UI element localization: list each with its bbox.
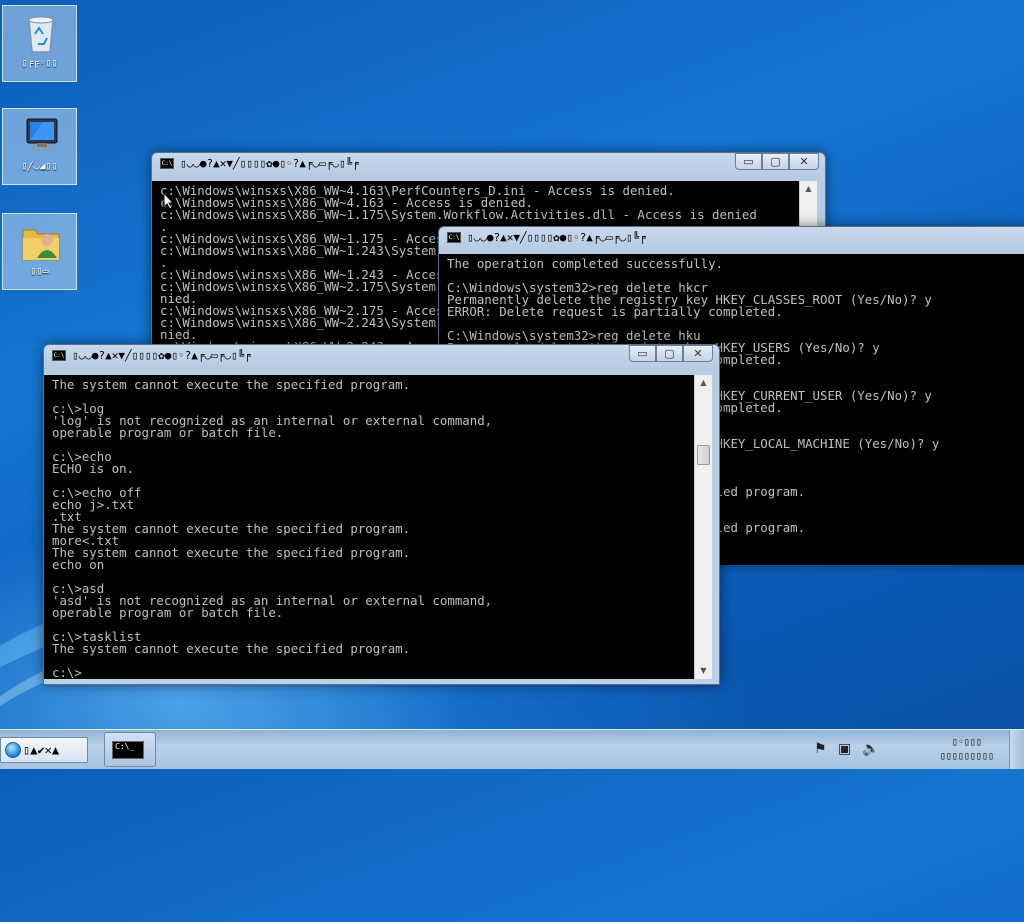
scrollbar-thumb[interactable]	[697, 445, 710, 465]
taskbar: ▯▲✔✕▲ C:\_ ⚑ ▣ 🔈 ▯◦▯▯▯ ▯▯▯▯▯▯▯▯▯	[0, 729, 1024, 769]
maximize-button[interactable]: ▢	[762, 153, 789, 170]
user-folder-icon	[22, 229, 60, 261]
console-line: The system cannot execute the specified …	[52, 377, 411, 392]
console-line: c:\Windows\winsxs\X86_WW~1.175\System.Wo…	[160, 207, 757, 222]
clock[interactable]: ▯◦▯▯▯ ▯▯▯▯▯▯▯▯▯	[940, 736, 994, 764]
title-bar[interactable]: C:\ ▯◡◡●?▲✕▼╱▯▯▯▯✿●▯◦?▲╒◡▭╒◡▯╚╒ ▭ ▢ ✕	[44, 345, 719, 367]
start-label: ▯▲✔✕▲	[23, 743, 60, 757]
vertical-scrollbar[interactable]: ▲ ▼	[694, 375, 712, 679]
desktop-icon-user-folder[interactable]: ▯▯▭	[2, 213, 77, 290]
console-line: The system cannot execute the specified …	[52, 545, 411, 560]
console-line: echo j>.txt	[52, 497, 135, 512]
recycle-bin-icon	[28, 16, 54, 53]
desktop-icon-label: ▯╱◡◢▯▯	[21, 161, 58, 172]
console-line: The system cannot execute the specified …	[52, 521, 411, 536]
window-title: ▯◡◡●?▲✕▼╱▯▯▯▯✿●▯◦?▲╒◡▭╒◡▯╚╒	[467, 231, 646, 244]
taskbar-item-cmd[interactable]: C:\_	[104, 732, 156, 767]
console-line: ECHO is on.	[52, 461, 135, 476]
computer-icon	[26, 118, 58, 150]
console-window-front[interactable]: C:\ ▯◡◡●?▲✕▼╱▯▯▯▯✿●▯◦?▲╒◡▭╒◡▯╚╒ ▭ ▢ ✕ Th…	[43, 344, 720, 685]
clock-date: ▯▯▯▯▯▯▯▯▯	[939, 751, 994, 762]
console-line: operable program or batch file.	[52, 425, 284, 440]
windows-orb-icon	[5, 742, 21, 758]
start-button[interactable]: ▯▲✔✕▲	[0, 737, 88, 763]
console-line: c:\>echo off	[52, 485, 142, 500]
minimize-button[interactable]: ▭	[735, 153, 762, 170]
desktop-icon-computer[interactable]: ▯╱◡◢▯▯	[2, 108, 77, 185]
console-line: operable program or batch file.	[52, 605, 284, 620]
cmd-icon: C:\_	[112, 741, 144, 759]
window-title: ▯◡◡●?▲✕▼╱▯▯▯▯✿●▯◦?▲╒◡▭╒◡▯╚╒	[72, 349, 251, 362]
console-line: c:\>	[52, 665, 82, 679]
action-center-flag-icon[interactable]: ⚑	[814, 741, 827, 757]
maximize-button[interactable]: ▢	[656, 345, 683, 362]
show-desktop-button[interactable]	[1009, 730, 1024, 769]
scroll-down-arrow-icon[interactable]: ▼	[695, 663, 712, 679]
console-line: The operation completed successfully.	[447, 256, 724, 271]
console-line: ERROR: Delete request is partially compl…	[447, 304, 783, 319]
scroll-up-arrow-icon[interactable]: ▲	[800, 181, 817, 197]
console-line: echo on	[52, 557, 105, 572]
volume-icon[interactable]: 🔈	[862, 741, 879, 757]
scroll-up-arrow-icon[interactable]: ▲	[695, 375, 712, 391]
cmd-icon[interactable]: C:\	[160, 158, 174, 169]
desktop-icon-recycle-bin[interactable]: ▯╒╔◦▯▯	[2, 5, 77, 82]
title-bar[interactable]: C:\ ▯◡◡●?▲✕▼╱▯▯▯▯✿●▯◦?▲╒◡▭╒◡▯╚╒ ▭ ▢ ✕	[152, 153, 825, 175]
minimize-button[interactable]: ▭	[629, 345, 656, 362]
console-output[interactable]: The system cannot execute the specified …	[44, 375, 694, 679]
close-button[interactable]: ✕	[789, 153, 819, 170]
desktop-icon-label: ▯▯▭	[30, 266, 49, 277]
console-line: c:\>echo	[52, 449, 112, 464]
mouse-cursor-icon	[163, 192, 175, 210]
close-button[interactable]: ✕	[683, 345, 713, 362]
system-tray: ⚑ ▣ 🔈 ▯◦▯▯▯ ▯▯▯▯▯▯▯▯▯	[784, 730, 1024, 769]
clock-time: ▯◦▯▯▯	[951, 737, 982, 748]
network-icon[interactable]: ▣	[838, 741, 851, 757]
console-line: The system cannot execute the specified …	[52, 641, 411, 656]
desktop-icon-label: ▯╒╔◦▯▯	[21, 58, 58, 69]
title-bar[interactable]: C:\ ▯◡◡●?▲✕▼╱▯▯▯▯✿●▯◦?▲╒◡▭╒◡▯╚╒	[439, 227, 1024, 249]
cmd-icon[interactable]: C:\	[447, 232, 461, 243]
cmd-icon[interactable]: C:\	[52, 350, 66, 361]
window-title: ▯◡◡●?▲✕▼╱▯▯▯▯✿●▯◦?▲╒◡▭╒◡▯╚╒	[180, 157, 359, 170]
